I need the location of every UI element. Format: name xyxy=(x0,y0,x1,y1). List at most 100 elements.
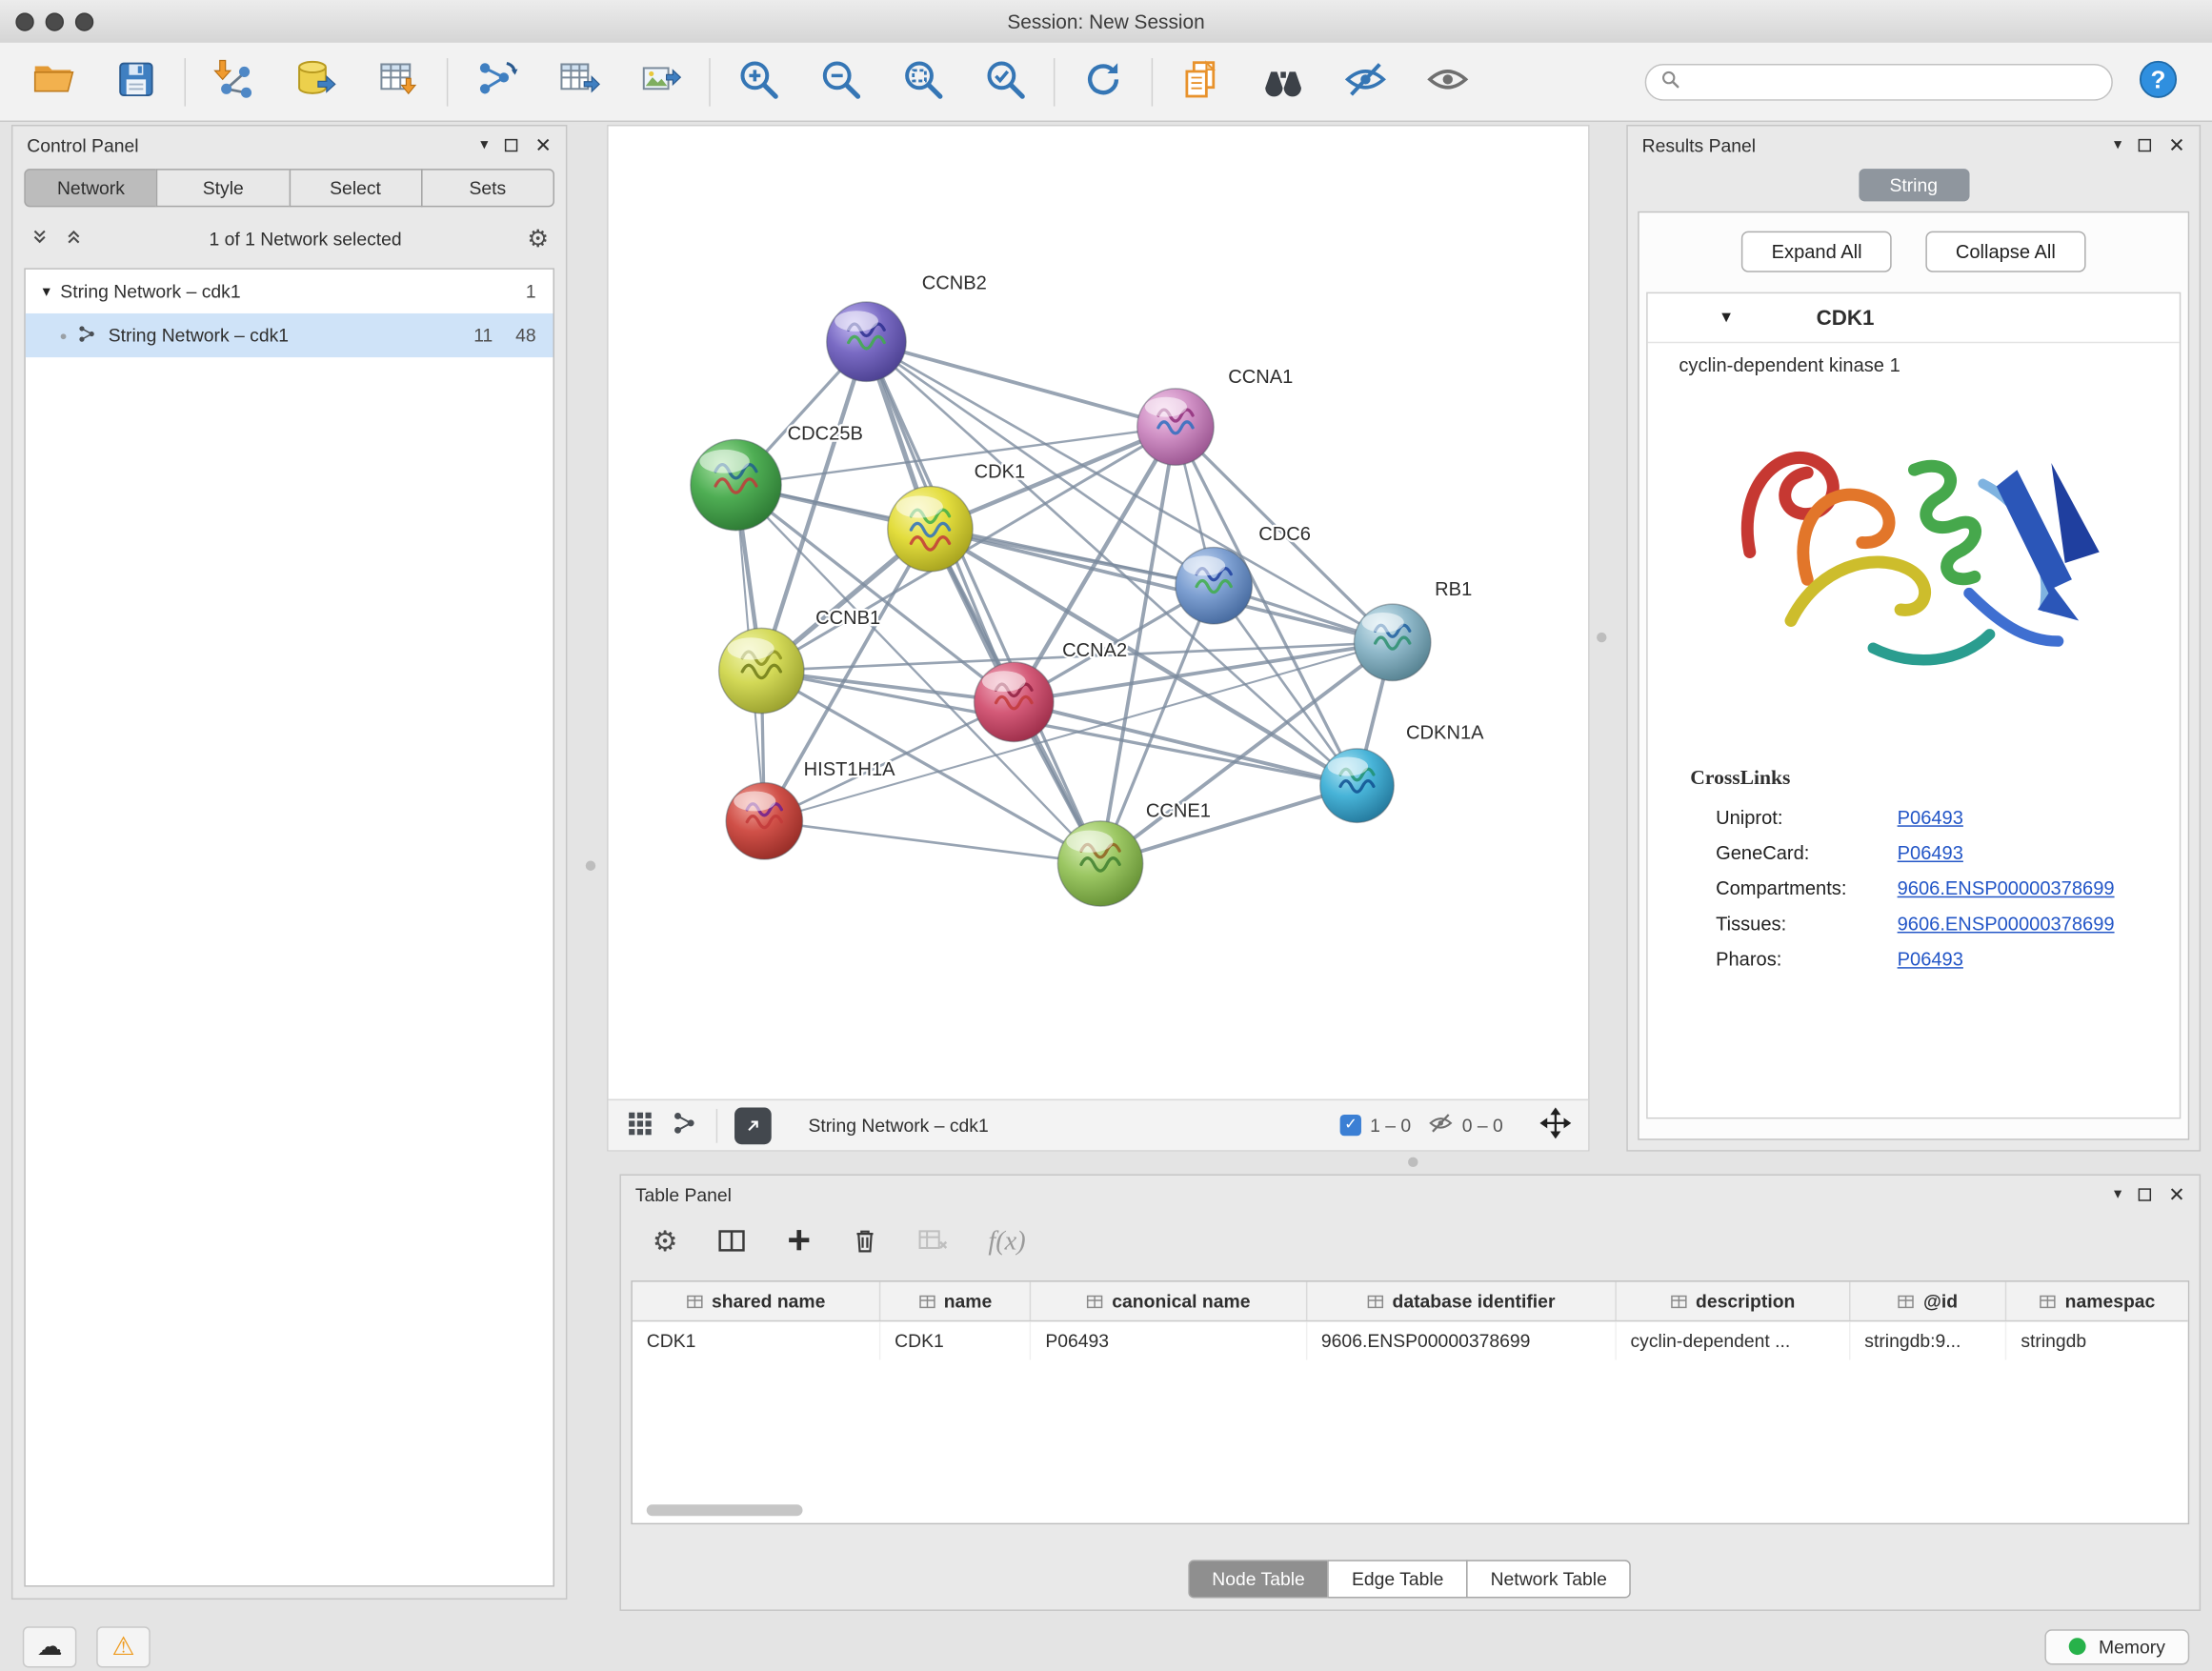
save-session-button[interactable] xyxy=(105,50,167,112)
column-header-name[interactable]: name xyxy=(880,1282,1031,1320)
tab-sets[interactable]: Sets xyxy=(421,169,554,207)
column-header-shared-name[interactable]: shared name xyxy=(633,1282,880,1320)
network-node-CDKN1A[interactable]: CDKN1A xyxy=(1320,723,1484,823)
results-float-panel-icon[interactable]: ▾ xyxy=(2114,137,2122,152)
expand-all-button[interactable]: Expand All xyxy=(1741,232,1891,272)
cell-database-identifier[interactable]: 9606.ENSP00000378699 xyxy=(1307,1321,1617,1359)
collection-expand-icon[interactable]: ▾ xyxy=(43,282,50,300)
crosslink-link[interactable]: P06493 xyxy=(1898,949,1963,970)
network-collection-row[interactable]: ▾ String Network – cdk1 1 xyxy=(26,270,553,313)
network-node-RB1[interactable]: RB1 xyxy=(1355,579,1473,680)
gene-section: ▼ CDK1 cyclin-dependent kinase 1 xyxy=(1646,292,2181,1119)
crosslink-link[interactable]: P06493 xyxy=(1898,807,1963,828)
new-network-button[interactable] xyxy=(465,50,527,112)
collapse-all-networks-icon[interactable] xyxy=(64,226,84,250)
table-settings-gear-icon[interactable]: ⚙ xyxy=(653,1228,678,1257)
import-network-from-file-button[interactable] xyxy=(203,50,265,112)
titlebar: Session: New Session xyxy=(0,0,2212,44)
svg-text:CDC25B: CDC25B xyxy=(788,423,863,444)
search-input[interactable] xyxy=(1690,70,2097,93)
left-splitter-handle[interactable] xyxy=(586,861,595,871)
gene-description: cyclin-dependent kinase 1 xyxy=(1648,343,2180,381)
hidden-count-indicator: 0 – 0 xyxy=(1428,1110,1503,1139)
network-node-CDK1[interactable]: CDK1 xyxy=(888,462,1025,572)
export-table-button[interactable] xyxy=(548,50,610,112)
float-panel-icon[interactable]: ▾ xyxy=(480,137,488,152)
memory-button[interactable]: Memory xyxy=(2044,1629,2189,1664)
cloud-services-button[interactable]: ☁ xyxy=(23,1626,77,1667)
network-node-HIST1H1A[interactable]: HIST1H1A xyxy=(726,759,895,859)
zoom-selected-button[interactable] xyxy=(975,50,1036,112)
results-maximize-panel-icon[interactable] xyxy=(2139,138,2151,151)
minimize-window-button[interactable] xyxy=(46,12,64,30)
right-splitter-handle[interactable] xyxy=(1597,633,1606,642)
tab-style[interactable]: Style xyxy=(156,169,290,207)
zoom-out-button[interactable] xyxy=(810,50,872,112)
export-image-button[interactable] xyxy=(630,50,692,112)
column-header-namespace[interactable]: namespac xyxy=(2006,1282,2187,1320)
tab-network[interactable]: Network xyxy=(24,169,157,207)
cell-shared-name[interactable]: CDK1 xyxy=(633,1321,880,1359)
clone-network-button[interactable] xyxy=(1170,50,1232,112)
hide-selected-button[interactable] xyxy=(1335,50,1397,112)
network-row[interactable]: ● String Network – cdk1 11 48 xyxy=(26,313,553,357)
tab-network-table[interactable]: Network Table xyxy=(1466,1560,1631,1598)
network-share-icon[interactable] xyxy=(671,1109,699,1141)
import-network-from-database-button[interactable] xyxy=(285,50,347,112)
table-maximize-panel-icon[interactable] xyxy=(2139,1188,2151,1200)
delete-column-trash-icon[interactable] xyxy=(852,1226,877,1258)
bottom-splitter-handle[interactable] xyxy=(1408,1158,1418,1167)
close-window-button[interactable] xyxy=(15,12,33,30)
eye-icon xyxy=(1425,57,1471,107)
function-builder-icon[interactable]: f(x) xyxy=(988,1227,1025,1258)
tab-edge-table[interactable]: Edge Table xyxy=(1328,1560,1468,1598)
cell-name[interactable]: CDK1 xyxy=(880,1321,1031,1359)
tab-select[interactable]: Select xyxy=(289,169,422,207)
expand-all-networks-icon[interactable] xyxy=(30,226,50,250)
collapse-all-button[interactable]: Collapse All xyxy=(1926,232,2086,272)
svg-text:CCNB2: CCNB2 xyxy=(922,273,987,294)
open-session-button[interactable] xyxy=(23,50,85,112)
crosslink-link[interactable]: P06493 xyxy=(1898,842,1963,863)
warnings-button[interactable]: ⚠ xyxy=(96,1626,151,1667)
table-row[interactable]: CDK1 CDK1 P06493 9606.ENSP00000378699 cy… xyxy=(633,1321,2188,1359)
birdseye-view-icon[interactable] xyxy=(625,1109,654,1141)
zoom-window-button[interactable] xyxy=(75,12,93,30)
network-canvas-svg[interactable]: CCNB2CCNA1CDC25BCDK1CDC6RB1CCNB1CCNA2CDK… xyxy=(609,126,1589,1098)
results-close-panel-icon[interactable]: ✕ xyxy=(2168,134,2184,154)
crosslink-link[interactable]: 9606.ENSP00000378699 xyxy=(1898,914,2115,935)
network-node-CCNA1[interactable]: CCNA1 xyxy=(1137,367,1294,465)
gene-collapse-icon[interactable]: ▼ xyxy=(1719,309,1734,326)
network-options-gear-icon[interactable]: ⚙ xyxy=(527,226,549,250)
cell-id[interactable]: stringdb:9... xyxy=(1850,1321,2006,1359)
close-panel-icon[interactable]: ✕ xyxy=(535,134,552,154)
protein-structure-image xyxy=(1648,381,2180,753)
cell-description[interactable]: cyclin-dependent ... xyxy=(1617,1321,1851,1359)
column-header-id[interactable]: @id xyxy=(1850,1282,2006,1320)
first-neighbors-button[interactable] xyxy=(1252,50,1314,112)
horizontal-scrollbar[interactable] xyxy=(647,1504,803,1516)
table-close-panel-icon[interactable]: ✕ xyxy=(2168,1184,2184,1204)
add-column-icon[interactable] xyxy=(786,1227,813,1258)
cell-namespace[interactable]: stringdb xyxy=(2006,1321,2187,1359)
zoom-in-button[interactable] xyxy=(728,50,790,112)
network-view: CCNB2CCNA1CDC25BCDK1CDC6RB1CCNB1CCNA2CDK… xyxy=(607,125,1590,1152)
show-all-button[interactable] xyxy=(1417,50,1478,112)
refresh-view-button[interactable] xyxy=(1072,50,1134,112)
tab-node-table[interactable]: Node Table xyxy=(1188,1560,1329,1598)
import-table-button[interactable] xyxy=(368,50,430,112)
window-controls xyxy=(15,12,93,30)
string-tab-badge[interactable]: String xyxy=(1859,169,1969,201)
column-header-database-identifier[interactable]: database identifier xyxy=(1307,1282,1617,1320)
maximize-panel-icon[interactable] xyxy=(505,138,517,151)
zoom-fit-button[interactable] xyxy=(892,50,954,112)
pan-tool-icon[interactable] xyxy=(1540,1108,1572,1143)
column-header-canonical-name[interactable]: canonical name xyxy=(1031,1282,1307,1320)
table-float-panel-icon[interactable]: ▾ xyxy=(2114,1186,2122,1201)
column-header-description[interactable]: description xyxy=(1617,1282,1851,1320)
show-columns-icon[interactable] xyxy=(717,1227,746,1257)
detach-view-button[interactable] xyxy=(734,1107,772,1144)
help-button[interactable]: ? xyxy=(2127,50,2189,112)
cell-canonical-name[interactable]: P06493 xyxy=(1031,1321,1307,1359)
crosslink-link[interactable]: 9606.ENSP00000378699 xyxy=(1898,877,2115,898)
